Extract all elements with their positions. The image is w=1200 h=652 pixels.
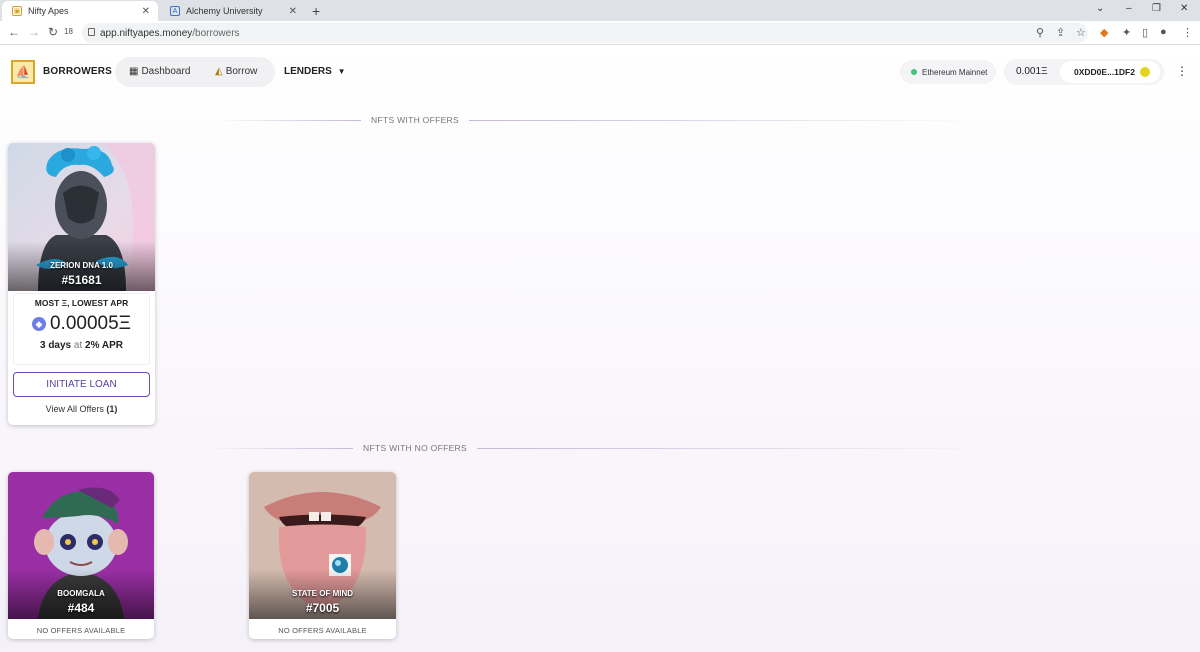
zoom-icon[interactable]: ⚲ [1036,26,1044,39]
nft-card-with-offer: ZERION DNA 1.0 #51681 MOST Ξ, LOWEST APR… [8,143,155,425]
network-indicator[interactable]: Ethereum Mainnet [900,60,996,84]
network-label: Ethereum Mainnet [922,67,988,77]
nft-collection-name: STATE OF MIND [291,589,354,598]
wallet-address: 0XDD0E...1DF2 [1074,67,1135,77]
url-domain: app.niftyapes.money [100,27,193,39]
metamask-icon[interactable]: ◆ [1100,26,1108,39]
extensions-icon[interactable]: ✦ [1122,26,1131,39]
nav-dashboard-label: Dashboard [141,66,191,77]
offer-count: (1) [106,404,118,414]
tab-title: Nifty Apes [28,6,69,16]
nft-image[interactable]: STATE OF MIND #7005 [249,472,396,619]
network-status-dot [911,69,917,75]
lenders-dropdown[interactable]: LENDERS ▼ [284,66,346,77]
url-path: /borrowers [192,27,240,39]
section-title: NFTS WITH OFFERS [371,115,459,125]
alchemy-favicon-icon: A [170,6,180,16]
offer-duration: 3 days [39,340,72,351]
more-menu-icon[interactable]: ⋮ [1176,64,1188,78]
offer-apr: 2% APR [85,340,124,351]
nft-card-no-offer: STATE OF MIND #7005 NO OFFERS AVAILABLE [249,472,396,639]
profile-avatar-icon[interactable]: ● [1160,26,1167,38]
address-bar[interactable]: app.niftyapes.money/borrowers [82,23,1088,43]
section-header-with-offers: NFTS WITH OFFERS [0,115,1200,125]
nav-borrow-label: Borrow [225,66,258,77]
divider [476,447,997,449]
chart-icon: ▦ [129,66,139,77]
view-all-label: View All Offers [45,404,104,414]
nft-image[interactable]: BOOMGALA #484 [8,472,154,619]
nifty-apes-logo[interactable]: ⛵ [11,60,35,84]
divider [211,119,362,121]
best-offer-label: MOST Ξ, LOWEST APR [34,298,129,308]
no-offers-status: NO OFFERS AVAILABLE [278,626,367,635]
view-all-offers-link[interactable]: View All Offers (1) [8,404,155,414]
restore-icon[interactable]: ❐ [1152,3,1161,14]
nft-image[interactable]: ZERION DNA 1.0 #51681 [8,143,155,291]
nft-card-no-offer: BOOMGALA #484 NO OFFERS AVAILABLE [8,472,154,639]
lock-icon [88,28,95,36]
offer-terms: 3 days at 2% APR [8,340,155,351]
section-title: NFTS WITH NO OFFERS [363,443,467,453]
divider [203,447,354,449]
tab-nifty-apes[interactable]: ▣ Nifty Apes ✕ [2,1,158,21]
ethereum-icon: ◆ [31,317,46,331]
reload-icon[interactable]: ↻ [48,25,58,39]
nft-token-id: #484 [67,601,95,615]
new-tab-button[interactable]: + [312,3,320,19]
wallet-address-button[interactable]: 0XDD0E...1DF2 [1060,61,1160,83]
page-brand: BORROWERS [43,66,113,77]
app-page: ⛵ BORROWERS ▦ Dashboard ◭ Borrow LENDERS… [0,45,1200,652]
offer-amount-value: 0.00005Ξ [49,313,132,334]
lenders-label: LENDERS [284,66,332,77]
nav-borrow[interactable]: ◭ Borrow [215,66,257,77]
nav-dashboard[interactable]: ▦ Dashboard [129,66,190,77]
tab-search-icon[interactable]: ⌄ [1096,3,1104,14]
browser-menu-icon[interactable]: ⋮ [1182,26,1193,39]
no-offers-status: NO OFFERS AVAILABLE [36,626,126,635]
close-tab-icon[interactable]: ✕ [142,6,150,17]
initiate-loan-button[interactable]: INITIATE LOAN [13,372,150,397]
back-icon[interactable]: ← [8,25,20,39]
nft-token-id: #51681 [61,273,102,287]
browser-tab-bar: ▣ Nifty Apes ✕ A Alchemy University ✕ + … [0,0,1200,21]
minimize-icon[interactable]: – [1126,3,1132,14]
offer-amount: ◆ 0.00005Ξ [8,313,155,335]
caret-down-icon: ▼ [337,67,346,76]
offer-at: at [73,340,83,351]
section-header-no-offers: NFTS WITH NO OFFERS [0,443,1200,453]
browser-toolbar: ← → ↻ 18 app.niftyapes.money/borrowers ⚲… [0,21,1200,45]
nft-token-id: #7005 [305,601,340,615]
nifty-apes-favicon-icon: ▣ [12,6,22,16]
close-tab-icon[interactable]: ✕ [289,6,297,17]
forward-icon[interactable]: → [28,25,40,39]
bookmark-star-icon[interactable]: ☆ [1076,26,1086,39]
tab-count-badge: 18 [64,27,73,36]
tab-title: Alchemy University [186,6,263,16]
tab-alchemy-university[interactable]: A Alchemy University ✕ [160,1,305,21]
wallet-balance: 0.001Ξ [1016,66,1048,77]
sidebar-icon[interactable]: ▯ [1142,26,1148,39]
borrow-icon: ◭ [215,66,223,77]
share-icon[interactable]: ⇪ [1056,26,1065,39]
nft-collection-name: ZERION DNA 1.0 [50,261,113,270]
close-window-icon[interactable]: ✕ [1180,3,1188,14]
divider [468,119,989,121]
nft-collection-name: BOOMGALA [57,589,105,598]
wallet-identicon [1140,67,1150,77]
